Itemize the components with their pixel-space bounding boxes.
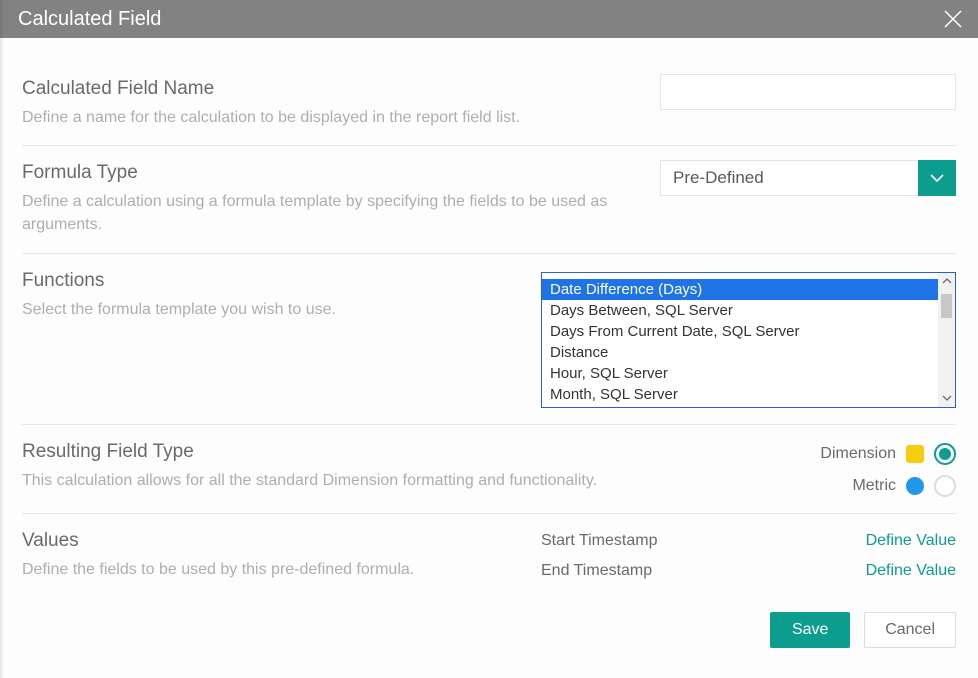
metric-swatch-icon — [906, 477, 924, 495]
rft-desc: This calculation allows for all the stan… — [22, 469, 800, 492]
scroll-up-icon[interactable] — [938, 273, 955, 290]
formula-type-title: Formula Type — [22, 162, 640, 184]
list-item[interactable]: Date Difference (Days) — [542, 279, 938, 300]
dialog-content: Calculated Field Name Define a name for … — [0, 38, 978, 597]
value-row: Start Timestamp Define Value — [541, 532, 956, 550]
cancel-button[interactable]: Cancel — [864, 612, 956, 648]
dialog-title: Calculated Field — [18, 8, 161, 31]
formula-type-select[interactable]: Pre-Defined — [660, 160, 956, 196]
formula-type-selected-value: Pre-Defined — [660, 160, 918, 196]
rft-dimension-label: Dimension — [820, 445, 896, 463]
values-desc: Define the fields to be used by this pre… — [22, 558, 521, 581]
rft-dimension-radio[interactable] — [934, 443, 956, 465]
chevron-down-icon[interactable] — [918, 160, 956, 196]
save-button[interactable]: Save — [770, 612, 850, 648]
list-item[interactable]: Hour, SQL Server — [542, 363, 938, 384]
list-item[interactable]: Days Between, SQL Server — [542, 300, 938, 321]
rft-dimension-row: Dimension — [820, 443, 956, 465]
value-row: End Timestamp Define Value — [541, 562, 956, 580]
calculated-field-name-input[interactable] — [660, 74, 956, 110]
value-name: End Timestamp — [541, 562, 652, 580]
define-value-link[interactable]: Define Value — [866, 562, 956, 580]
section-resulting-field-type: Resulting Field Type This calculation al… — [22, 441, 956, 514]
section-functions: Functions Select the formula template yo… — [22, 270, 956, 425]
dimension-swatch-icon — [906, 445, 924, 463]
formula-type-desc: Define a calculation using a formula tem… — [22, 190, 640, 236]
rft-metric-row: Metric — [852, 475, 956, 497]
scroll-track[interactable] — [938, 290, 955, 390]
functions-listbox[interactable]: Date Difference (Days) Days Between, SQL… — [541, 272, 956, 408]
section-values: Values Define the fields to be used by t… — [22, 530, 956, 597]
list-item[interactable]: Days From Current Date, SQL Server — [542, 321, 938, 342]
rft-title: Resulting Field Type — [22, 441, 800, 463]
define-value-link[interactable]: Define Value — [866, 532, 956, 550]
rft-metric-radio[interactable] — [934, 475, 956, 497]
list-item[interactable]: Month, SQL Server — [542, 384, 938, 405]
title-bar: Calculated Field — [0, 0, 978, 38]
functions-list: Date Difference (Days) Days Between, SQL… — [542, 273, 938, 407]
functions-desc: Select the formula template you wish to … — [22, 298, 521, 321]
scroll-thumb[interactable] — [941, 294, 952, 318]
name-title: Calculated Field Name — [22, 78, 640, 100]
list-item[interactable]: Distance — [542, 342, 938, 363]
section-formula-type: Formula Type Define a calculation using … — [22, 162, 956, 253]
values-title: Values — [22, 530, 521, 552]
rft-metric-label: Metric — [852, 477, 896, 495]
scroll-down-icon[interactable] — [938, 390, 955, 407]
functions-scrollbar[interactable] — [938, 273, 955, 407]
close-icon[interactable] — [942, 8, 964, 30]
dialog-footer: Save Cancel — [770, 612, 956, 648]
section-name: Calculated Field Name Define a name for … — [22, 78, 956, 146]
value-name: Start Timestamp — [541, 532, 657, 550]
name-desc: Define a name for the calculation to be … — [22, 106, 640, 129]
functions-title: Functions — [22, 270, 521, 292]
